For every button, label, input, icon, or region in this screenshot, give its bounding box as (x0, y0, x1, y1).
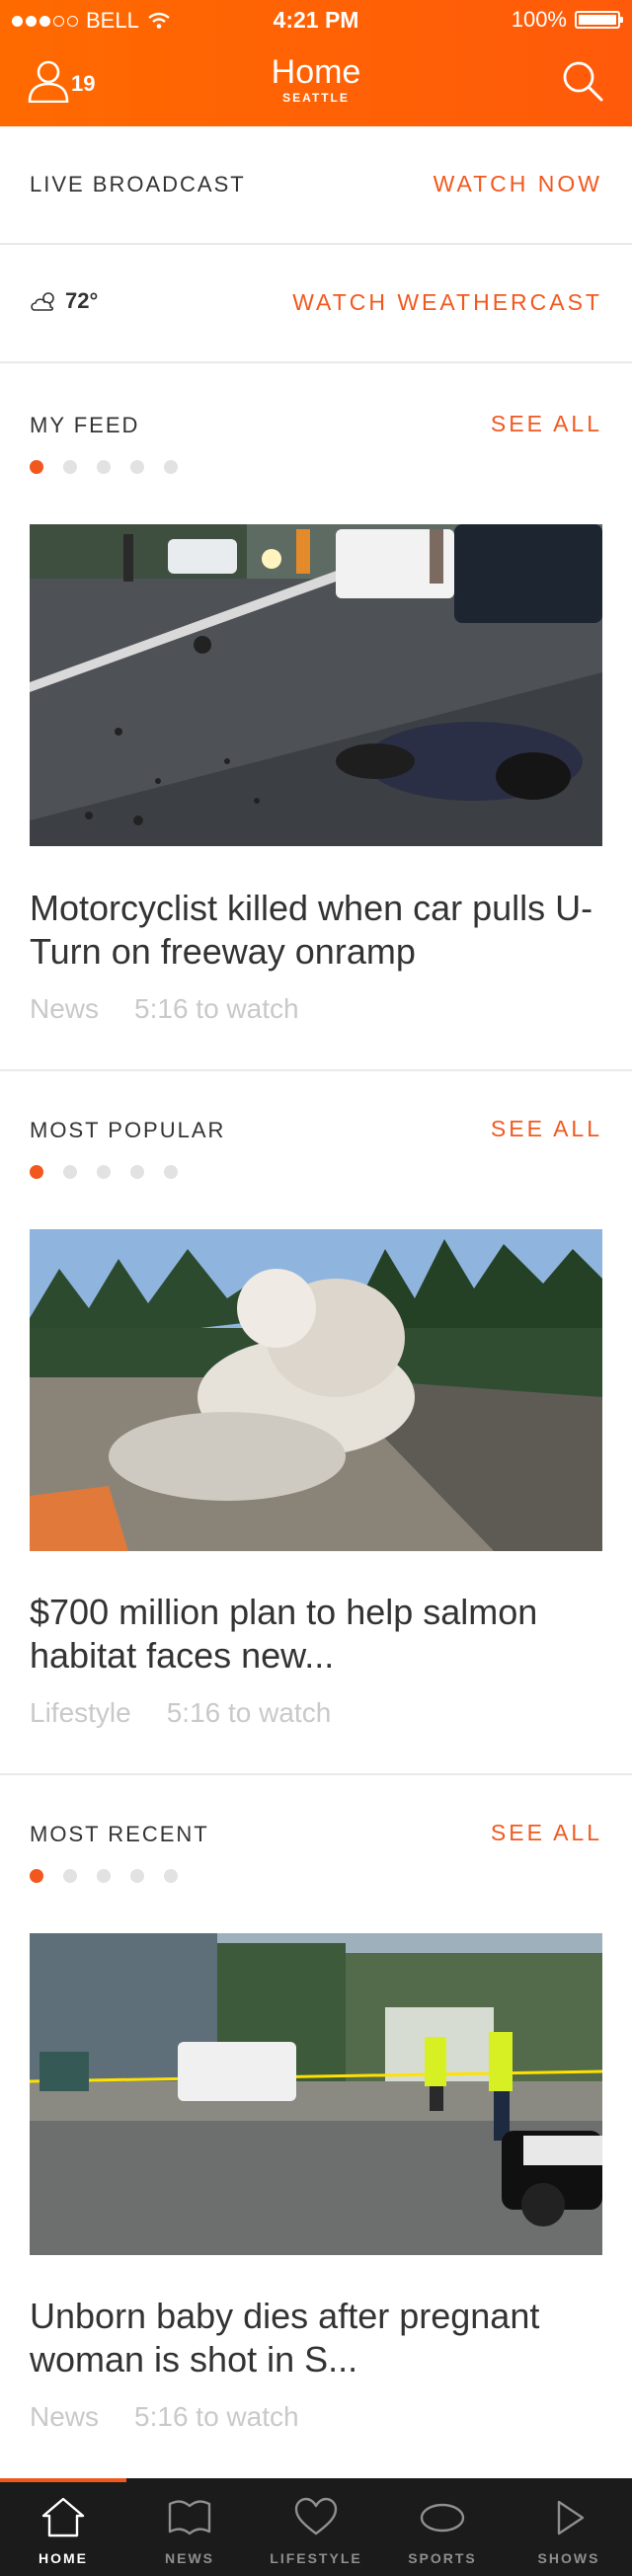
watch-weathercast-button[interactable]: WATCH WEATHERCAST (292, 289, 602, 316)
play-icon (557, 2500, 585, 2536)
pager-dot[interactable] (30, 1869, 43, 1883)
watch-now-button[interactable]: WATCH NOW (434, 171, 602, 197)
story-headline[interactable]: $700 million plan to help salmon habitat… (30, 1591, 612, 1678)
carousel-pager (30, 1165, 178, 1179)
see-all-button[interactable]: SEE ALL (491, 1820, 602, 1846)
story-duration: 5:16 to watch (166, 1697, 332, 1728)
live-broadcast-row[interactable]: LIVE BROADCAST WATCH NOW (0, 126, 632, 245)
story-category: News (30, 993, 100, 1024)
section-title: MY FEED (30, 413, 140, 437)
story-photo-crime-scene[interactable] (30, 1933, 602, 2255)
temperature: 72° (65, 288, 99, 313)
tab-label: SHOWS (537, 2550, 600, 2566)
pager-dot[interactable] (130, 460, 144, 474)
pager-dot[interactable] (63, 1165, 77, 1179)
story-meta: Lifestyle 5:16 to watch (30, 1697, 331, 1729)
story-category: Lifestyle (30, 1697, 131, 1728)
battery-icon (575, 11, 623, 29)
see-all-button[interactable]: SEE ALL (491, 1116, 602, 1142)
section-divider (0, 1773, 632, 1775)
page-subtitle: SEATTLE (282, 91, 350, 105)
story-photo-motorcycle-crash[interactable] (30, 524, 602, 846)
carousel-pager (30, 1869, 178, 1883)
page-title-block: Home SEATTLE (0, 53, 632, 105)
pager-dot[interactable] (130, 1165, 144, 1179)
tab-bar: HOME NEWS LIFESTYLE SPORTS SHOWS (0, 2478, 632, 2576)
tab-sports[interactable]: SPORTS (379, 2478, 506, 2576)
tab-home[interactable]: HOME (0, 2478, 126, 2576)
story-photo-dam-explosion[interactable] (30, 1229, 602, 1551)
pager-dot[interactable] (164, 460, 178, 474)
story-meta: News 5:16 to watch (30, 993, 299, 1025)
tab-label: NEWS (165, 2550, 214, 2566)
search-icon (563, 61, 603, 102)
top-bar: BELL 4:21 PM 100% 19 Home SEATTLE (0, 0, 632, 126)
story-headline[interactable]: Unborn baby dies after pregnant woman is… (30, 2295, 612, 2381)
tab-label: HOME (39, 2550, 88, 2566)
pager-dot[interactable] (97, 1165, 111, 1179)
home-icon (41, 2497, 85, 2537)
battery-percent: 100% (511, 7, 567, 32)
story-category: News (30, 2401, 100, 2432)
story-duration: 5:16 to watch (134, 2401, 299, 2432)
pager-dot[interactable] (130, 1869, 144, 1883)
football-icon (420, 2503, 465, 2533)
pager-dot[interactable] (63, 460, 77, 474)
tab-label: LIFESTYLE (270, 2550, 362, 2566)
see-all-button[interactable]: SEE ALL (491, 411, 602, 437)
cloud-sun-icon (31, 292, 54, 311)
pager-dot[interactable] (30, 1165, 43, 1179)
story-headline[interactable]: Motorcyclist killed when car pulls U-Tur… (30, 887, 612, 974)
section-title: MOST POPULAR (30, 1118, 226, 1142)
tab-lifestyle[interactable]: LIFESTYLE (253, 2478, 379, 2576)
tab-label: SPORTS (408, 2550, 477, 2566)
status-bar: BELL 4:21 PM 100% (0, 0, 632, 39)
page-title: Home (271, 53, 361, 91)
pager-dot[interactable] (164, 1165, 178, 1179)
pager-dot[interactable] (97, 460, 111, 474)
heart-icon (294, 2497, 338, 2536)
pager-dot[interactable] (30, 460, 43, 474)
weather-row[interactable]: 72° WATCH WEATHERCAST (0, 245, 632, 363)
status-right: 100% (511, 7, 623, 33)
pager-dot[interactable] (97, 1869, 111, 1883)
tab-shows[interactable]: SHOWS (506, 2478, 632, 2576)
story-meta: News 5:16 to watch (30, 2401, 299, 2433)
tab-news[interactable]: NEWS (126, 2478, 253, 2576)
weather-info: 72° (30, 288, 98, 314)
carousel-pager (30, 460, 178, 474)
story-duration: 5:16 to watch (134, 993, 299, 1024)
section-title: MOST RECENT (30, 1822, 209, 1846)
pager-dot[interactable] (164, 1869, 178, 1883)
search-button[interactable] (561, 59, 604, 108)
section-divider (0, 1069, 632, 1071)
pager-dot[interactable] (63, 1869, 77, 1883)
news-icon (168, 2500, 211, 2536)
live-broadcast-label: LIVE BROADCAST (30, 172, 246, 196)
